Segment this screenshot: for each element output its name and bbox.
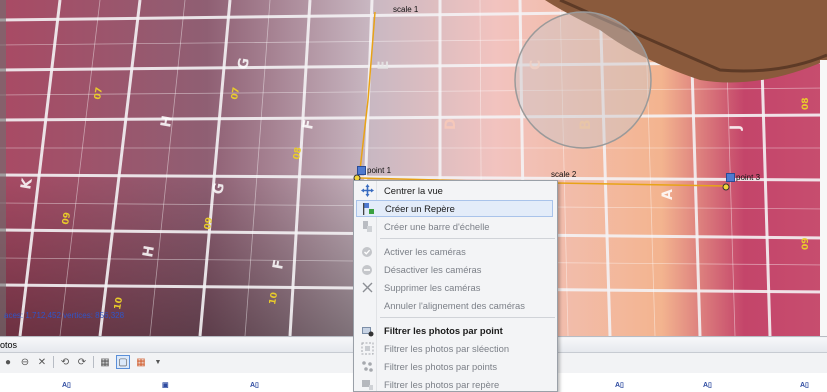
marker-point-1-label: point 1	[367, 166, 392, 175]
svg-text:C: C	[528, 60, 544, 70]
disable-camera-icon[interactable]: ⊖	[19, 356, 31, 368]
filter-selection-icon	[360, 342, 374, 356]
menu-item-label: Filtrer les photos par points	[384, 361, 498, 372]
rotate-left-icon[interactable]: ⟲	[59, 356, 71, 368]
marker-point-1[interactable]: point 1	[357, 166, 391, 175]
menu-item-label: Filtrer les photos par repère	[384, 379, 500, 390]
photos-toolbar: ● ⊖ ✕ ⟲ ⟳ ▦ ▢ ▦ ▼	[0, 353, 164, 371]
menu-item-label: Supprimer les caméras	[384, 282, 481, 293]
filter-marker-icon	[360, 378, 374, 392]
menu-separator	[380, 317, 555, 318]
menu-item-supprimer-cameras[interactable]: Supprimer les caméras	[356, 279, 553, 296]
menu-separator	[380, 238, 555, 239]
enable-camera-icon[interactable]: ●	[2, 356, 14, 368]
filter-points-icon	[360, 360, 374, 374]
menu-item-filtrer-par-points[interactable]: Filtrer les photos par points	[356, 358, 553, 375]
menu-item-label: Désactiver les caméras	[384, 264, 482, 275]
marker-point-3-label: point 3	[736, 173, 761, 182]
filter-point-icon	[360, 324, 374, 338]
svg-text:B: B	[578, 119, 594, 130]
svg-text:J: J	[728, 125, 744, 131]
scalebar-icon	[360, 220, 374, 234]
menu-item-label: Filtrer les photos par sléection	[384, 343, 510, 354]
marker-point-3[interactable]: point 3	[726, 173, 760, 182]
menu-item-filtrer-par-selection[interactable]: Filtrer les photos par sléection	[356, 340, 553, 357]
mesh-stats: aces: 1,712,452 vertices: 856,328	[4, 311, 125, 320]
grid-view-icon[interactable]: ▦	[135, 356, 147, 368]
menu-item-label: Centrer la vue	[384, 185, 443, 196]
menu-item-creer-barre-echelle[interactable]: Créer une barre d'échelle	[356, 218, 553, 235]
details-view-icon[interactable]: ▢	[116, 355, 130, 369]
marker-flag-icon	[357, 166, 366, 175]
marker-icon	[361, 202, 375, 216]
menu-item-label: Créer un Repère	[385, 203, 455, 214]
delete-icon[interactable]: ✕	[36, 356, 48, 368]
blank-icon	[360, 299, 374, 313]
menu-item-centrer-la-vue[interactable]: Centrer la vue	[356, 182, 553, 199]
scale-label-1: scale 1	[393, 5, 419, 14]
enable-camera-icon	[360, 245, 374, 259]
menu-item-label: Annuler l'alignement des caméras	[384, 300, 525, 311]
menu-item-creer-un-repere[interactable]: Créer un Repère	[356, 200, 553, 217]
move-icon	[360, 184, 374, 198]
menu-item-desactiver-cameras[interactable]: Désactiver les caméras	[356, 261, 553, 278]
reset-filter-icon[interactable]: ▦	[99, 356, 111, 368]
svg-text:D: D	[443, 118, 459, 130]
disable-camera-icon	[360, 263, 374, 277]
rotate-right-icon[interactable]: ⟳	[76, 356, 88, 368]
menu-item-filtrer-par-point[interactable]: Filtrer les photos par point	[356, 322, 553, 339]
menu-item-activer-cameras[interactable]: Activer les caméras	[356, 243, 553, 260]
marker-flag-icon	[726, 173, 735, 182]
menu-item-label: Activer les caméras	[384, 246, 466, 257]
toolbar-separator	[53, 356, 54, 368]
svg-text:09: 09	[801, 237, 811, 250]
svg-text:A: A	[660, 189, 676, 200]
menu-item-label: Filtrer les photos par point	[384, 325, 503, 336]
svg-text:E: E	[376, 60, 392, 70]
menu-item-label: Créer une barre d'échelle	[384, 221, 490, 232]
menu-item-annuler-alignement[interactable]: Annuler l'alignement des caméras	[356, 297, 553, 314]
toolbar-separator	[93, 356, 94, 368]
svg-text:08: 08	[801, 97, 811, 110]
chevron-down-icon[interactable]: ▼	[152, 356, 164, 368]
context-menu: Centrer la vue Créer un Repère Créer une…	[353, 180, 558, 392]
delete-icon	[360, 281, 374, 295]
scale-label-2: scale 2	[551, 170, 577, 179]
